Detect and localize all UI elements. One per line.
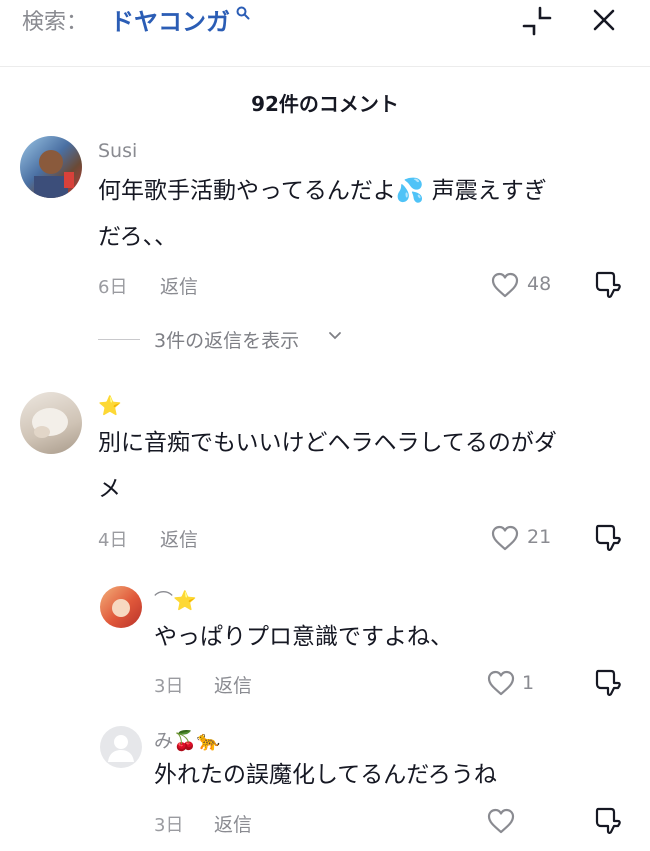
divider-line [98, 339, 140, 340]
username[interactable]: ⌒⭐ [154, 586, 197, 613]
like-count: 1 [522, 672, 535, 694]
reply-button[interactable]: 返信 [214, 810, 252, 837]
collapse-icon[interactable] [520, 4, 554, 38]
search-label: 検索： [22, 10, 89, 35]
reply-button[interactable]: 返信 [160, 525, 198, 552]
comment-time: 4日 [98, 530, 128, 551]
avatar[interactable] [100, 726, 142, 768]
comment-time: 3日 [154, 676, 184, 697]
heart-icon[interactable] [490, 270, 520, 300]
dislike-icon[interactable] [592, 804, 624, 836]
comment-text-line: 何年歌手活動やってるんだよ💦 声震えすぎ [98, 178, 547, 204]
search-bar: 検索： ドヤコンガ [0, 0, 650, 67]
dislike-icon[interactable] [592, 666, 624, 698]
dislike-icon[interactable] [592, 268, 624, 300]
dislike-icon[interactable] [592, 521, 624, 553]
heart-icon[interactable] [486, 668, 516, 698]
username[interactable]: Susi [98, 140, 137, 162]
username[interactable]: ⭐ [98, 394, 122, 417]
avatar[interactable] [20, 392, 82, 454]
comment-time: 3日 [154, 815, 184, 836]
comment-text: やっぱりプロ意識ですよね、 [154, 614, 453, 660]
avatar[interactable] [20, 136, 82, 198]
close-icon[interactable] [586, 2, 622, 38]
comment-text-line: やっぱりプロ意識ですよね、 [154, 624, 453, 650]
reply-button[interactable]: 返信 [160, 272, 198, 299]
reply-button[interactable]: 返信 [214, 671, 252, 698]
comment-text: 外れたの誤魔化してるんだろうね [154, 752, 497, 798]
comment-text-line: 外れたの誤魔化してるんだろうね [154, 762, 497, 788]
search-icon[interactable] [236, 6, 250, 20]
search-query[interactable]: ドヤコンガ [110, 2, 230, 37]
username[interactable]: み🍒🐆 [154, 726, 220, 753]
comment-text-line: メ [98, 476, 121, 502]
like-count: 48 [527, 273, 552, 295]
comment-text-line: だろ、、 [98, 224, 178, 250]
comment-count-title: 92件のコメント [251, 92, 399, 116]
heart-icon[interactable] [490, 523, 520, 553]
comment-text: 何年歌手活動やってるんだよ💦 声震えすぎ だろ、、 [98, 168, 547, 260]
chevron-down-icon [329, 332, 341, 340]
like-count: 21 [527, 526, 552, 548]
comment-text: 別に音痴でもいいけどヘラヘラしてるのがダ メ [98, 420, 557, 512]
view-replies-label: 3件の返信を表示 [154, 330, 300, 352]
comment-text-line: 別に音痴でもいいけどヘラヘラしてるのがダ [98, 430, 557, 456]
avatar[interactable] [100, 586, 142, 628]
comment-time: 6日 [98, 277, 128, 298]
heart-icon[interactable] [486, 806, 516, 836]
